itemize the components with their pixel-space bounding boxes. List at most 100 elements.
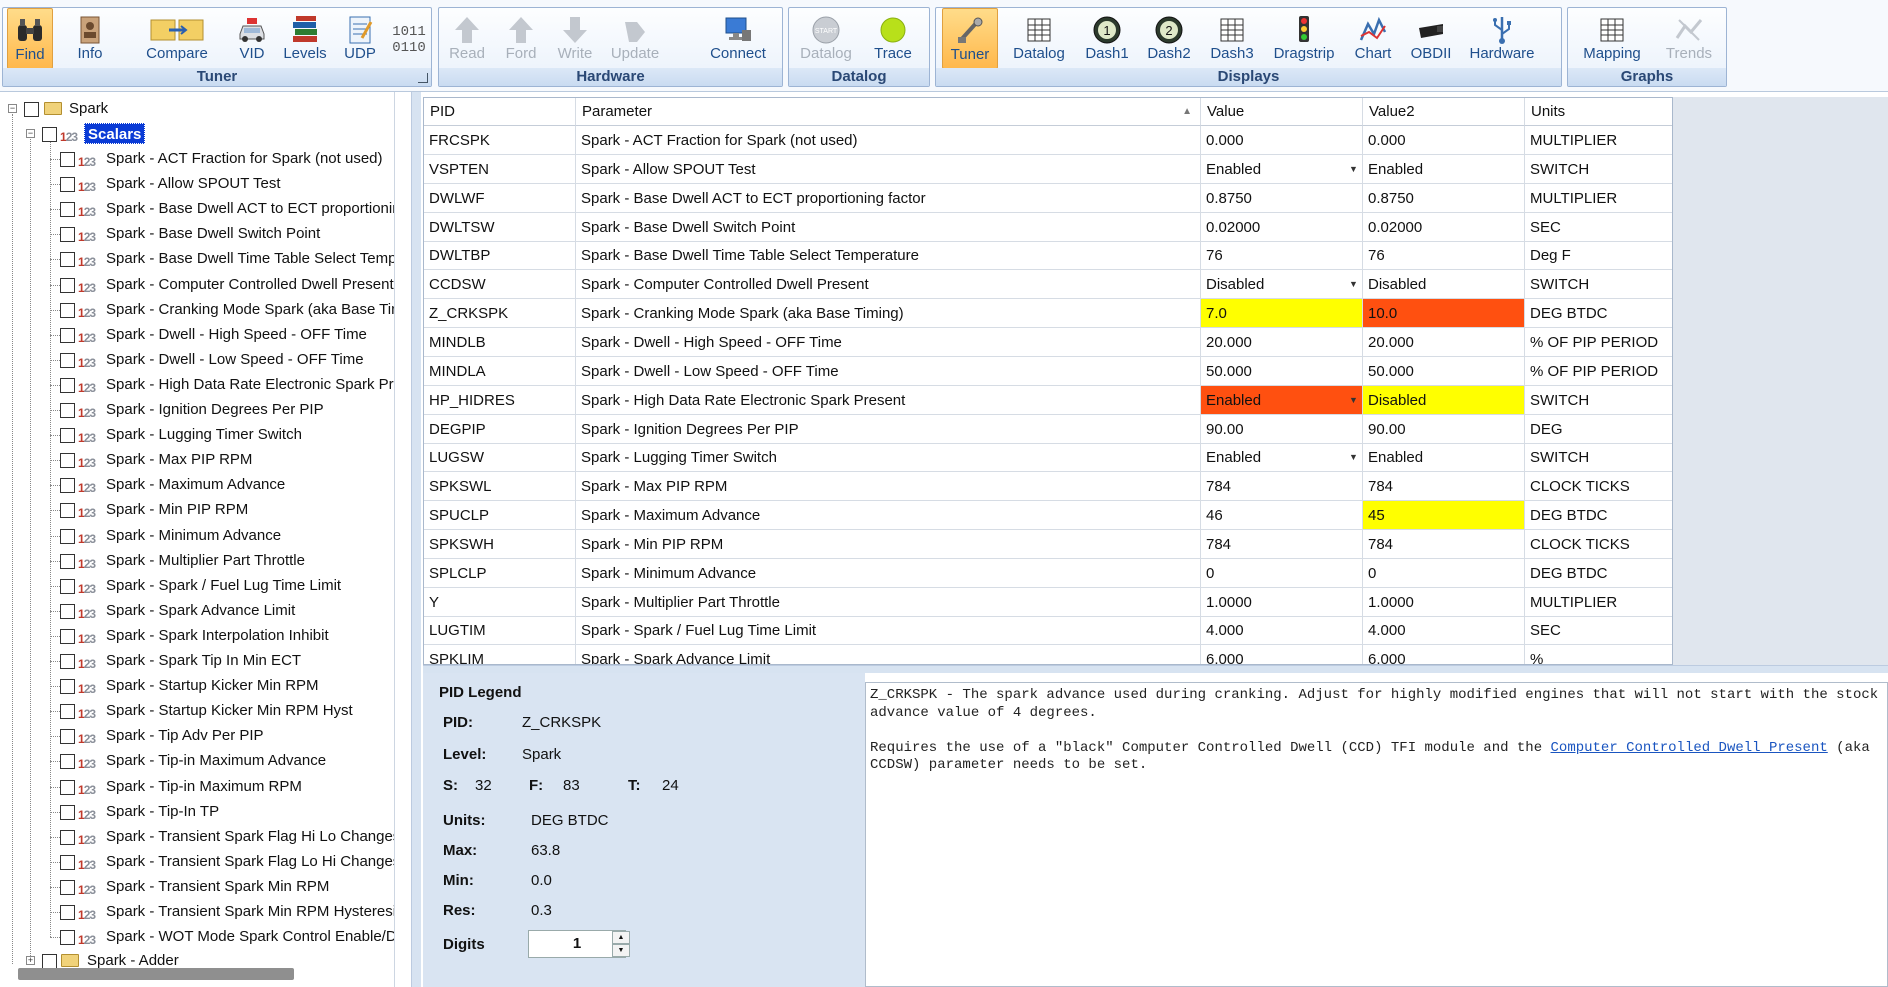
cell-value[interactable]: 76 bbox=[1201, 241, 1363, 271]
tree-item[interactable]: 123 Spark - Tip-in Maximum Advance bbox=[58, 748, 392, 773]
binary-button[interactable]: 1011 0110 bbox=[389, 8, 429, 69]
table-row[interactable]: CCDSW Spark - Computer Controlled Dwell P… bbox=[424, 270, 1672, 300]
cell-value[interactable]: 784 bbox=[1201, 472, 1363, 502]
table-row[interactable]: DEGPIP Spark - Ignition Degrees Per PIP 90… bbox=[424, 414, 1672, 444]
cell-value2[interactable]: 784 bbox=[1363, 529, 1525, 559]
table-row[interactable]: Z_CRKSPK Spark - Cranking Mode Spark (aka… bbox=[424, 299, 1672, 329]
dropdown-arrow-icon[interactable]: ▼ bbox=[1345, 270, 1362, 298]
tree-item[interactable]: 123 Spark - Lugging Timer Switch bbox=[58, 422, 392, 447]
table-row[interactable]: SPKSWL Spark - Max PIP RPM 784 784 CLOCK TIC… bbox=[424, 472, 1672, 502]
tree-checkbox[interactable] bbox=[60, 277, 75, 293]
tree-checkbox[interactable] bbox=[60, 804, 75, 820]
tree-item[interactable]: 123 Spark - Maximum Advance bbox=[58, 472, 392, 497]
tree-checkbox[interactable] bbox=[60, 704, 75, 720]
ford-button[interactable]: Ford bbox=[497, 8, 545, 69]
levels-button[interactable]: Levels bbox=[281, 8, 329, 69]
tree-checkbox[interactable] bbox=[60, 403, 75, 418]
table-row[interactable]: SPKSWH Spark - Min PIP RPM 784 784 CLOCK TIC… bbox=[424, 529, 1672, 559]
tree-checkbox[interactable] bbox=[60, 327, 75, 343]
cell-value2[interactable]: 76 bbox=[1363, 241, 1525, 271]
cell-value[interactable]: 90.00 bbox=[1201, 414, 1363, 444]
cell-value2[interactable]: 10.0 bbox=[1363, 299, 1525, 329]
cell-value2[interactable]: 0.8750 bbox=[1363, 183, 1525, 213]
udp-button[interactable]: UDP bbox=[339, 8, 381, 69]
tree-item[interactable]: 123 Spark - Dwell - Low Speed - OFF Time bbox=[58, 347, 392, 372]
tree-checkbox[interactable] bbox=[60, 553, 75, 569]
info-button[interactable]: Info bbox=[65, 8, 115, 69]
cell-value2[interactable]: 0 bbox=[1363, 558, 1525, 588]
tree-checkbox[interactable] bbox=[60, 654, 75, 669]
cell-value2[interactable]: 20.000 bbox=[1363, 327, 1525, 357]
dash3-button[interactable]: Dash3 bbox=[1204, 8, 1260, 69]
obdii-button[interactable]: OBDII bbox=[1406, 8, 1456, 69]
find-button[interactable]: Find bbox=[7, 8, 53, 69]
tree-checkbox[interactable] bbox=[60, 628, 75, 644]
tree-checkbox[interactable] bbox=[60, 302, 75, 318]
tree-item[interactable]: 123 Spark - Spark Interpolation Inhibit bbox=[58, 623, 392, 648]
table-row[interactable]: SPLCLP Spark - Minimum Advance 0 0 DEG BTDC bbox=[424, 558, 1672, 588]
vid-button[interactable]: VID bbox=[231, 8, 273, 69]
col-header-units[interactable]: Units bbox=[1525, 98, 1672, 126]
tree-item[interactable]: 123 Spark - Min PIP RPM bbox=[58, 497, 392, 522]
cell-value[interactable]: 1.0000 bbox=[1201, 587, 1363, 617]
tree-item[interactable]: 123 Spark - Spark / Fuel Lug Time Limit bbox=[58, 573, 392, 598]
table-row[interactable]: DWLWF Spark - Base Dwell ACT to ECT propo… bbox=[424, 183, 1672, 213]
splitter-horizontal[interactable] bbox=[423, 665, 1888, 673]
dash1-button[interactable]: 1 Dash1 bbox=[1080, 8, 1134, 69]
tree-item[interactable]: 123 Spark - Spark Tip In Min ECT bbox=[58, 648, 392, 673]
cell-value[interactable]: Enabled ▼ bbox=[1201, 154, 1363, 184]
tree-horizontal-scrollbar[interactable] bbox=[18, 968, 294, 980]
chart-button[interactable]: Chart bbox=[1348, 8, 1398, 69]
table-row[interactable]: HP_HIDRES Spark - High Data Rate Electron… bbox=[424, 385, 1672, 415]
dropdown-arrow-icon[interactable]: ▼ bbox=[1345, 386, 1362, 414]
mapping-button[interactable]: Mapping bbox=[1574, 8, 1650, 69]
tree-item[interactable]: 123 Spark - Ignition Degrees Per PIP bbox=[58, 397, 392, 422]
tree-checkbox[interactable] bbox=[60, 679, 75, 695]
tree-checkbox[interactable] bbox=[60, 352, 75, 368]
cell-value[interactable]: 50.000 bbox=[1201, 356, 1363, 386]
tree-checkbox[interactable] bbox=[60, 829, 75, 845]
expand-icon[interactable]: + bbox=[26, 956, 35, 965]
tree-item[interactable]: 123 Spark - ACT Fraction for Spark (not u… bbox=[58, 146, 392, 171]
datalog-start-button[interactable]: START Datalog bbox=[795, 8, 857, 69]
tree-item[interactable]: 123 Spark - Max PIP RPM bbox=[58, 447, 392, 472]
tree-checkbox[interactable] bbox=[60, 930, 75, 946]
col-header-parameter[interactable]: Parameter ▲ bbox=[576, 98, 1201, 126]
dropdown-arrow-icon[interactable]: ▼ bbox=[1345, 443, 1362, 471]
trace-button[interactable]: Trace bbox=[863, 8, 923, 69]
table-row[interactable]: SPKLIM Spark - Spark Advance Limit 6.000 6.… bbox=[424, 645, 1672, 664]
cell-value[interactable]: Enabled ▼ bbox=[1201, 443, 1363, 473]
table-row[interactable]: LUGTIM Spark - Spark / Fuel Lug Time Limi… bbox=[424, 616, 1672, 646]
tree-item[interactable]: 123 Spark - Base Dwell ACT to ECT proport… bbox=[58, 196, 394, 221]
tree-checkbox[interactable] bbox=[60, 227, 75, 243]
read-button[interactable]: Read bbox=[443, 8, 491, 69]
cell-value2[interactable]: 0.02000 bbox=[1363, 212, 1525, 242]
stepper-up-icon[interactable]: ▲ bbox=[612, 931, 630, 944]
tree-item[interactable]: 123 Spark - WOT Mode Spark Control Enable… bbox=[58, 924, 394, 949]
cell-value2[interactable]: Enabled bbox=[1363, 443, 1525, 473]
cell-value[interactable]: 784 bbox=[1201, 529, 1363, 559]
cell-value[interactable]: 0.02000 bbox=[1201, 212, 1363, 242]
update-button[interactable]: Update bbox=[605, 8, 665, 69]
tree-checkbox[interactable] bbox=[60, 754, 75, 770]
tree-item[interactable]: 123 Spark - Tip-in Maximum RPM bbox=[58, 774, 392, 799]
tree-checkbox[interactable] bbox=[60, 729, 75, 745]
tree-checkbox[interactable] bbox=[60, 854, 75, 870]
cell-value[interactable]: Disabled ▼ bbox=[1201, 270, 1363, 300]
collapse-icon[interactable]: − bbox=[8, 104, 17, 113]
cell-value2[interactable]: 50.000 bbox=[1363, 356, 1525, 386]
tree-vertical-scrollbar[interactable] bbox=[394, 602, 395, 732]
cell-value[interactable]: 6.000 bbox=[1201, 645, 1363, 664]
table-row[interactable]: MINDLB Spark - Dwell - High Speed - OFF T… bbox=[424, 327, 1672, 357]
tree-item[interactable]: 123 Spark - Allow SPOUT Test bbox=[58, 171, 392, 196]
tree-item[interactable]: 123 Spark - Base Dwell Switch Point bbox=[58, 221, 392, 246]
table-row[interactable]: VSPTEN Spark - Allow SPOUT Test Enabled ▼ En… bbox=[424, 154, 1672, 184]
tree-checkbox[interactable] bbox=[60, 578, 75, 594]
tree-checkbox[interactable] bbox=[60, 152, 75, 167]
cell-value[interactable]: 0.8750 bbox=[1201, 183, 1363, 213]
cell-value[interactable]: 7.0 bbox=[1201, 299, 1363, 329]
cell-value2[interactable]: 784 bbox=[1363, 472, 1525, 502]
cell-value2[interactable]: 6.000 bbox=[1363, 645, 1525, 664]
col-header-value[interactable]: Value bbox=[1201, 98, 1363, 126]
tree-root-spark[interactable]: Spark bbox=[22, 96, 392, 121]
